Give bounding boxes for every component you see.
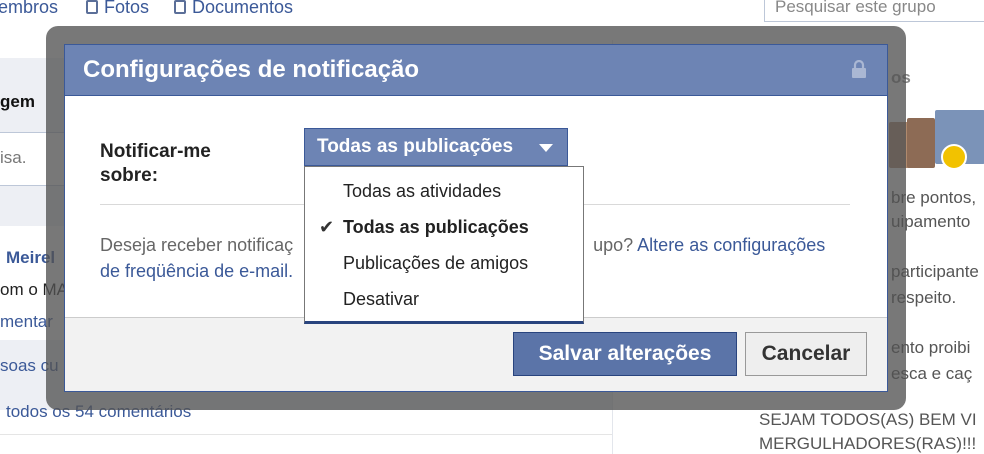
save-changes-button[interactable]: Salvar alterações <box>513 332 737 376</box>
tab-photos[interactable]: Fotos <box>86 0 149 18</box>
notification-level-menu: Todas as atividades ✔ Todas as publicaçõ… <box>304 166 584 324</box>
cancel-button[interactable]: Cancelar <box>745 332 867 376</box>
notify-me-label: Notificar-me sobre: <box>100 141 211 186</box>
badge-icon <box>941 144 967 170</box>
menu-item-all-activity[interactable]: Todas as atividades <box>305 173 583 209</box>
comment-link[interactable]: mentar <box>0 312 53 332</box>
menu-item-all-posts[interactable]: ✔ Todas as publicações <box>305 209 583 245</box>
checkmark-icon: ✔ <box>319 217 335 237</box>
email-frequency-settings-link-2[interactable]: de freqüência de e-mail. <box>100 261 293 281</box>
photos-icon <box>86 0 98 14</box>
tab-members[interactable]: embros <box>0 0 58 18</box>
dialog-title: Configurações de notificação <box>83 56 420 83</box>
notification-level-dropdown[interactable]: Todas as publicações <box>304 128 568 166</box>
dialog-header: Configurações de notificação <box>65 45 887 96</box>
email-frequency-settings-link[interactable]: Altere as configurações <box>637 235 825 255</box>
menu-item-friends-posts[interactable]: Publicações de amigos <box>305 245 583 281</box>
dialog-footer: Salvar alterações Cancelar <box>65 317 887 391</box>
composer-label: gem <box>0 92 35 111</box>
group-search-input[interactable]: Pesquisar este grupo <box>764 0 984 22</box>
tab-documents[interactable]: Documentos <box>174 0 293 18</box>
member-avatar[interactable] <box>907 118 935 168</box>
caret-down-icon <box>539 144 553 152</box>
menu-item-off[interactable]: Desativar <box>305 281 583 317</box>
lock-icon <box>852 60 866 78</box>
document-icon <box>174 0 186 14</box>
